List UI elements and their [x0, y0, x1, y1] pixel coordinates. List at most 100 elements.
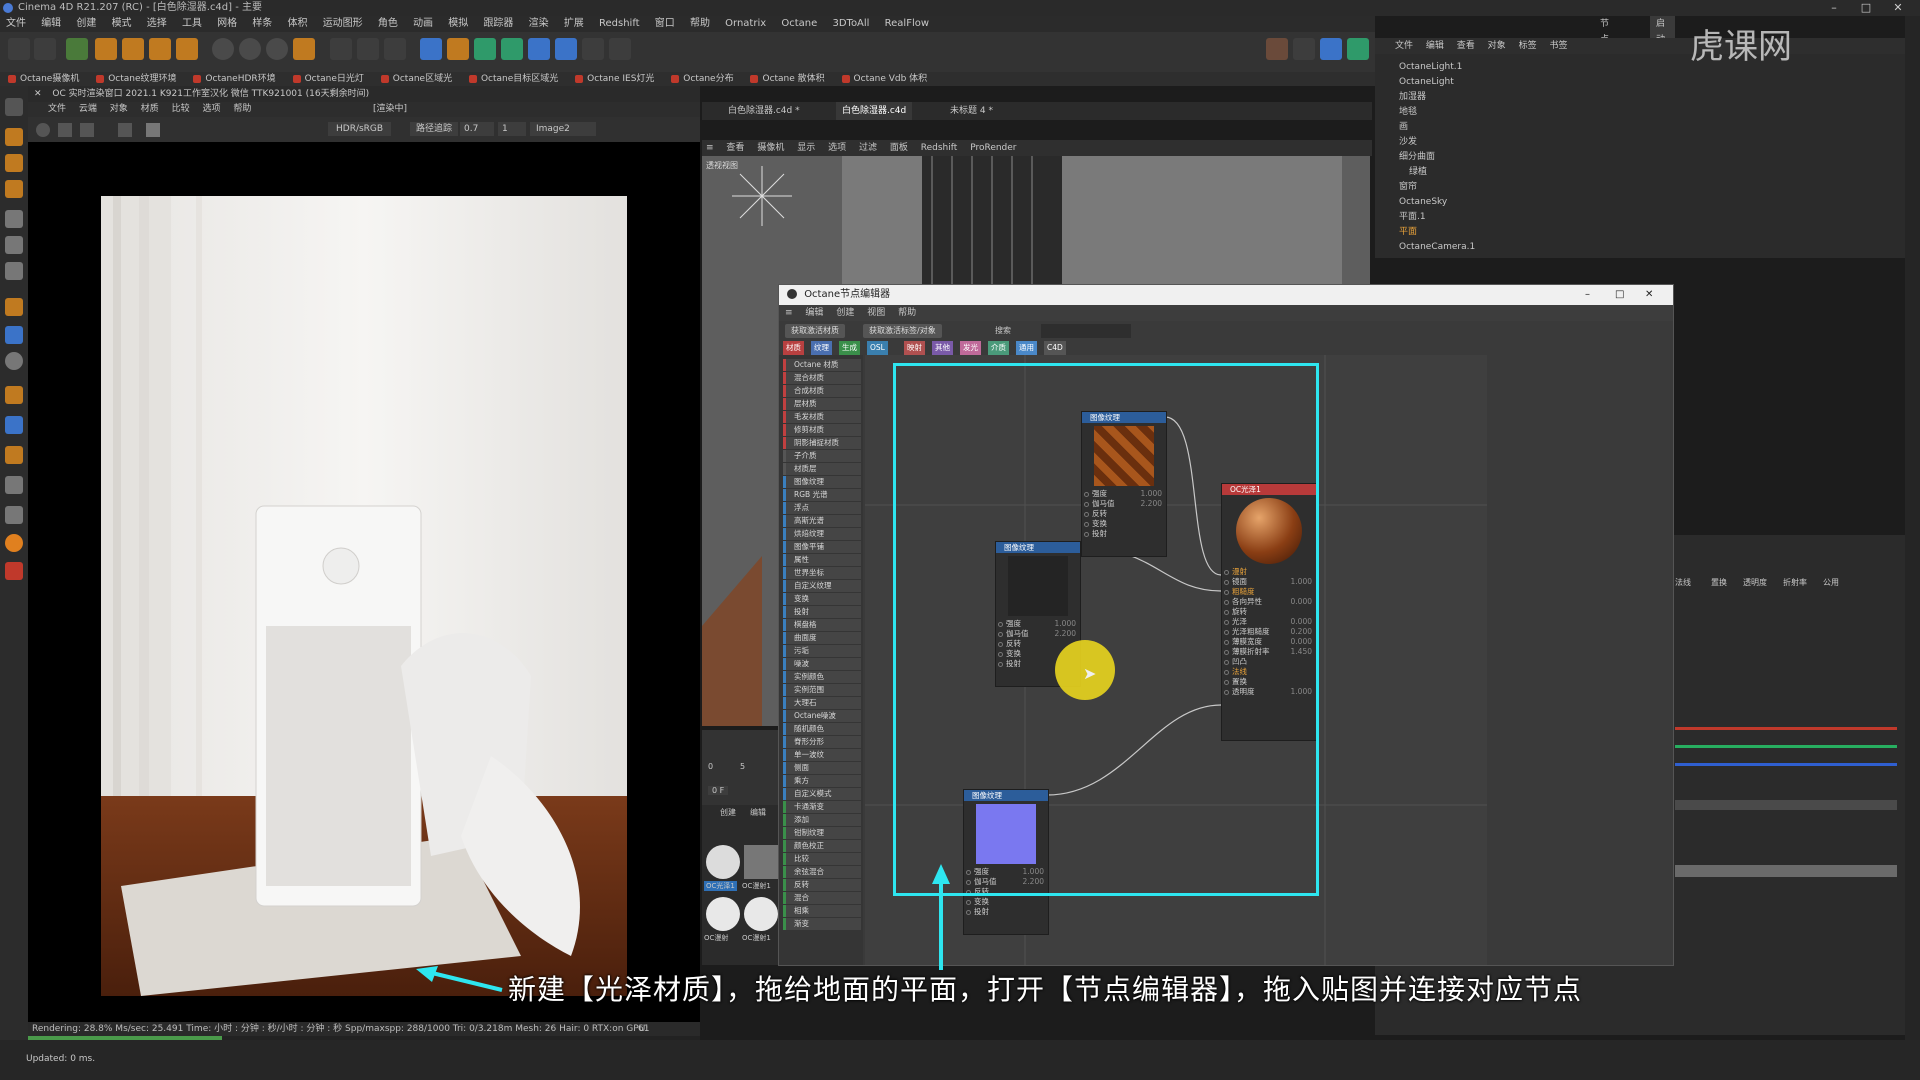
node-type-item[interactable]: 浮点	[783, 502, 861, 514]
object-item-selected[interactable]: 平面	[1399, 227, 1417, 237]
points-mode-icon[interactable]	[5, 210, 23, 228]
menu-help[interactable]: 帮助	[690, 18, 710, 29]
node-type-item[interactable]: 图像平铺	[783, 541, 861, 553]
vp-menu-display[interactable]: 显示	[797, 143, 815, 153]
get-active-material-button[interactable]: 获取激活材质	[785, 324, 845, 338]
x-particles-icon[interactable]	[5, 562, 23, 580]
ipr-colorspace-select[interactable]: HDR/sRGB	[328, 122, 392, 136]
current-frame-field[interactable]: 0 F	[708, 786, 729, 795]
node-type-item[interactable]: 阴影捕捉材质	[783, 437, 861, 449]
ipr-menu-options[interactable]: 选项	[202, 104, 220, 114]
object-mode-icon[interactable]	[5, 128, 23, 146]
menu-spline[interactable]: 样条	[252, 18, 272, 29]
material-swatch-diffuse[interactable]	[744, 845, 778, 879]
object-item[interactable]: OctaneCamera.1	[1399, 242, 1475, 252]
magnet-icon[interactable]	[5, 386, 23, 404]
lock-icon[interactable]	[5, 476, 23, 494]
get-active-tag-button[interactable]: 获取激活标签/对象	[863, 324, 942, 338]
ne-menu-create[interactable]: 创建	[836, 308, 854, 318]
plugin-area-light[interactable]: Octane区域光	[381, 74, 452, 84]
node-type-item[interactable]: 渐变	[783, 918, 861, 930]
menu-render[interactable]: 渲染	[529, 18, 549, 29]
node-type-item[interactable]: 卡通渐变	[783, 801, 861, 813]
z-axis-icon[interactable]	[266, 38, 288, 60]
workplane-icon[interactable]	[5, 180, 23, 198]
node-type-item[interactable]: 噪波	[783, 658, 861, 670]
object-item[interactable]: 窗帘	[1399, 182, 1417, 192]
node-type-item[interactable]: 自定义纹理	[783, 580, 861, 592]
node-type-item[interactable]: 比较	[783, 853, 861, 865]
node-type-item[interactable]: 余弦混合	[783, 866, 861, 878]
om-menu-view[interactable]: 查看	[1457, 41, 1475, 51]
minimize-icon[interactable]: –	[1820, 0, 1848, 16]
node-editor-minimize-icon[interactable]: –	[1585, 285, 1590, 305]
menu-create[interactable]: 创建	[76, 18, 96, 29]
attr-tab-common[interactable]: 公用	[1823, 577, 1839, 588]
node-category-tab[interactable]: 其他	[932, 341, 953, 355]
om-menu-bookmarks[interactable]: 书签	[1549, 41, 1567, 51]
redo-icon[interactable]	[34, 38, 56, 60]
subdivision-icon[interactable]	[474, 38, 496, 60]
paint-icon[interactable]	[5, 446, 23, 464]
node-type-item[interactable]: 大理石	[783, 697, 861, 709]
tab-scene-1[interactable]: 白色除湿器.c4d *	[728, 102, 800, 120]
polygons-mode-icon[interactable]	[5, 262, 23, 280]
menu-octane[interactable]: Octane	[781, 18, 817, 29]
menu-extensions[interactable]: 扩展	[564, 18, 584, 29]
node-type-item[interactable]: 投射	[783, 606, 861, 618]
node-type-item[interactable]: 混合	[783, 892, 861, 904]
menu-tracker[interactable]: 跟踪器	[483, 18, 513, 29]
node-category-tab[interactable]: 生成	[839, 341, 860, 355]
axis-icon[interactable]	[5, 298, 23, 316]
node-type-item[interactable]: 实例范围	[783, 684, 861, 696]
green-curve-slider[interactable]	[1675, 745, 1897, 748]
blue-curve-slider[interactable]	[1675, 763, 1897, 766]
ne-menu-help[interactable]: 帮助	[898, 308, 916, 318]
node-category-tab[interactable]: 纹理	[811, 341, 832, 355]
om-menu-edit[interactable]: 编辑	[1426, 41, 1444, 51]
object-item[interactable]: OctaneSky	[1399, 197, 1447, 207]
refresh-icon[interactable]	[5, 506, 23, 524]
node-editor-maximize-icon[interactable]: □	[1615, 285, 1624, 305]
add-tool-icon[interactable]	[176, 38, 198, 60]
grid-icon[interactable]	[5, 416, 23, 434]
node-type-item[interactable]: 子介质	[783, 450, 861, 462]
octane-sun-icon[interactable]	[1320, 38, 1342, 60]
deformer-icon[interactable]	[528, 38, 550, 60]
menu-realflow[interactable]: RealFlow	[885, 18, 929, 29]
viewport-menu-icon[interactable]: ≡	[706, 143, 714, 153]
scale-tool-icon[interactable]	[122, 38, 144, 60]
x-axis-icon[interactable]	[212, 38, 234, 60]
node-type-item[interactable]: 实例颜色	[783, 671, 861, 683]
node-type-item[interactable]: 烘焙纹理	[783, 528, 861, 540]
ipr-value2-input[interactable]: 1	[498, 122, 526, 136]
node-type-item[interactable]: 污垢	[783, 645, 861, 657]
menu-mesh[interactable]: 网格	[217, 18, 237, 29]
vp-menu-filter[interactable]: 过滤	[859, 143, 877, 153]
vp-menu-prorender[interactable]: ProRender	[970, 143, 1016, 153]
material-swatch-diffuse-2[interactable]	[706, 897, 740, 931]
attr-field[interactable]	[1675, 800, 1897, 810]
tab-untitled[interactable]: 未标题 4 *	[950, 102, 993, 120]
ipr-restart-icon[interactable]	[58, 123, 72, 137]
node-type-item[interactable]: 添加	[783, 814, 861, 826]
ipr-region-icon[interactable]	[118, 123, 132, 137]
plugin-texture-env[interactable]: Octane纹理环境	[96, 74, 176, 84]
ipr-menu-cloud[interactable]: 云端	[79, 104, 97, 114]
model-mode-icon[interactable]	[5, 98, 23, 116]
plugin-daylight[interactable]: Octane日光灯	[293, 74, 364, 84]
menu-file[interactable]: 文件	[6, 18, 26, 29]
node-category-tab[interactable]: 映射	[904, 341, 925, 355]
vp-menu-camera[interactable]: 摄像机	[757, 143, 784, 153]
plugin-hdr-env[interactable]: OctaneHDR环境	[193, 74, 275, 84]
ipr-settings-icon[interactable]	[36, 123, 50, 137]
node-type-item[interactable]: Octane噪波	[783, 710, 861, 722]
attr-tab-opacity[interactable]: 透明度	[1743, 577, 1767, 588]
pen-icon[interactable]	[447, 38, 469, 60]
node-type-item[interactable]: 随机颜色	[783, 723, 861, 735]
om-menu-objects[interactable]: 对象	[1488, 41, 1506, 51]
snap-icon[interactable]	[5, 326, 23, 344]
object-item[interactable]: 平面.1	[1399, 212, 1426, 222]
node-category-tab[interactable]: C4D	[1044, 341, 1066, 355]
object-item[interactable]: OctaneLight.1	[1399, 62, 1462, 72]
